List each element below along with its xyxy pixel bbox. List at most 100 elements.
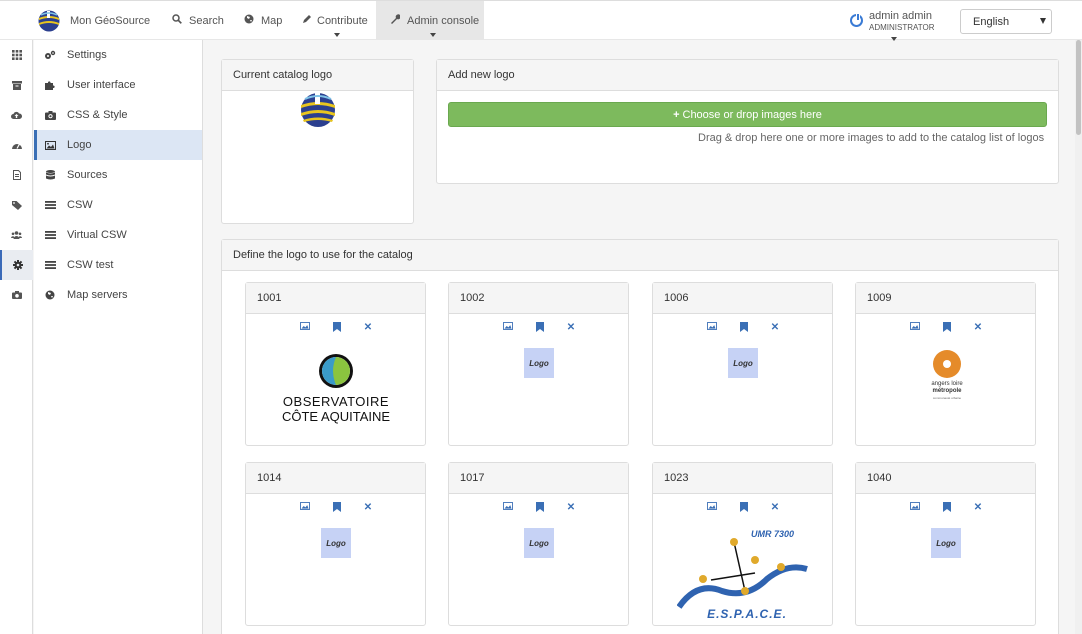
umr-text: UMR 7300 (751, 529, 795, 539)
bookmark-icon[interactable] (534, 502, 546, 514)
bookmark-icon[interactable] (534, 322, 546, 334)
submenu-item-virtual-csw[interactable]: Virtual CSW (34, 220, 202, 250)
language-select[interactable]: English (960, 9, 1052, 34)
wrench-icon (388, 14, 402, 27)
nav-search[interactable]: Search (170, 1, 224, 40)
submenu-item-label: Logo (67, 139, 92, 151)
rail-settings[interactable] (0, 250, 33, 280)
submenu-item-label: CSW (67, 199, 93, 211)
nav-search-label: Search (189, 14, 224, 27)
submenu-item-logo[interactable]: Logo (34, 130, 202, 160)
logo-placeholder: Logo (524, 528, 554, 558)
user-role: ADMINISTRATOR (869, 23, 935, 32)
use-logo-icon[interactable] (299, 322, 311, 334)
logo-card: 1001 ✕ OBSERVATOIRE CÔTE AQUITAINE (245, 282, 426, 446)
chevron-down-icon (430, 33, 436, 37)
site-name: Mon GéoSource (70, 14, 151, 27)
dashboard-icon (11, 143, 22, 149)
delete-icon[interactable]: ✕ (565, 322, 577, 334)
delete-icon[interactable]: ✕ (769, 502, 781, 514)
cloud-upload-icon (11, 111, 22, 119)
logo-card: 1040 ✕ Logo (855, 462, 1036, 626)
delete-icon[interactable]: ✕ (362, 502, 374, 514)
drop-hint: Drag & drop here one or more images to a… (698, 132, 1045, 144)
submenu-item-label: User interface (67, 79, 136, 91)
list-icon (44, 230, 56, 240)
logo-placeholder: Logo (728, 348, 758, 378)
camera-icon (44, 110, 56, 120)
rail-archive[interactable] (0, 70, 33, 100)
delete-icon[interactable]: ✕ (362, 322, 374, 334)
rail-classification[interactable] (0, 190, 33, 220)
tags-icon (11, 200, 22, 210)
choose-images-label: Choose or drop images here (682, 108, 822, 121)
nav-contribute[interactable]: Contribute (302, 1, 368, 40)
rail-harvest[interactable] (0, 100, 33, 130)
search-icon (170, 14, 184, 27)
submenu-item-csw[interactable]: CSW (34, 190, 202, 220)
user-name: admin admin (869, 10, 932, 22)
nav-admin-console[interactable]: Admin console (376, 1, 484, 40)
use-logo-icon[interactable] (502, 502, 514, 514)
use-logo-icon[interactable] (502, 322, 514, 334)
bookmark-icon[interactable] (941, 322, 953, 334)
bookmark-icon[interactable] (738, 502, 750, 514)
power-icon (850, 13, 863, 27)
submenu-item-label: CSW test (67, 259, 114, 271)
use-logo-icon[interactable] (909, 322, 921, 334)
list-icon (44, 260, 56, 270)
rail-statistics[interactable] (0, 130, 33, 160)
submenu-item-user-interface[interactable]: User interface (34, 70, 202, 100)
globe-icon (44, 290, 56, 300)
site-name-link[interactable]: Mon GéoSource (70, 1, 150, 40)
observatoire-text-line2: CÔTE AQUITAINE (281, 409, 391, 424)
list-icon (44, 200, 56, 210)
current-logo-title: Current catalog logo (222, 60, 413, 91)
rail-reports[interactable] (0, 160, 33, 190)
page-scrollbar[interactable] (1075, 40, 1082, 634)
logo-placeholder: Logo (524, 348, 554, 378)
delete-icon[interactable]: ✕ (769, 322, 781, 334)
rail-dashboard-grid[interactable] (0, 40, 33, 70)
bookmark-icon[interactable] (941, 502, 953, 514)
observatoire-emblem (319, 354, 353, 388)
rail-tools[interactable] (0, 280, 33, 310)
espace-text: E.S.P.A.C.E. (707, 607, 787, 621)
rail-users[interactable] (0, 220, 33, 250)
logo-card-id: 1040 (856, 463, 1035, 494)
use-logo-icon[interactable] (706, 322, 718, 334)
delete-icon[interactable]: ✕ (972, 322, 984, 334)
delete-icon[interactable]: ✕ (565, 502, 577, 514)
logo-placeholder: Logo (321, 528, 351, 558)
submenu-item-map-servers[interactable]: Map servers (34, 280, 202, 310)
bookmark-icon[interactable] (738, 322, 750, 334)
umr-espace-graphic (677, 538, 808, 609)
logo-card: 1017 ✕ Logo (448, 462, 629, 626)
submenu-item-settings[interactable]: Settings (34, 40, 202, 70)
bookmark-icon[interactable] (331, 322, 343, 334)
delete-icon[interactable]: ✕ (972, 502, 984, 514)
nav-map[interactable]: Map (242, 1, 282, 40)
add-logo-title: Add new logo (437, 60, 1058, 91)
use-logo-icon[interactable] (706, 502, 718, 514)
angers-text-line1: angers loire (931, 381, 963, 387)
use-logo-icon[interactable] (299, 502, 311, 514)
submenu-item-label: Sources (67, 169, 108, 181)
submenu-item-sources[interactable]: Sources (34, 160, 202, 190)
logo-card-id: 1006 (653, 283, 832, 314)
submenu-item-csw-test[interactable]: CSW test (34, 250, 202, 280)
logo-card-id: 1014 (246, 463, 425, 494)
scrollbar-thumb[interactable] (1076, 40, 1081, 135)
current-logo-image (301, 93, 335, 127)
define-logo-title: Define the logo to use for the catalog (222, 240, 1058, 271)
gears-icon (44, 50, 56, 60)
submenu-item-css-style[interactable]: CSS & Style (34, 100, 202, 130)
nav-contribute-label: Contribute (317, 14, 368, 27)
logo-card-id: 1017 (449, 463, 628, 494)
nav-admin-console-label: Admin console (407, 14, 480, 27)
site-logo-icon[interactable] (38, 10, 60, 32)
use-logo-icon[interactable] (909, 502, 921, 514)
settings-submenu: Settings User interface CSS & Style Logo… (34, 40, 203, 634)
bookmark-icon[interactable] (331, 502, 343, 514)
choose-images-button[interactable]: + Choose or drop images here (448, 102, 1047, 127)
